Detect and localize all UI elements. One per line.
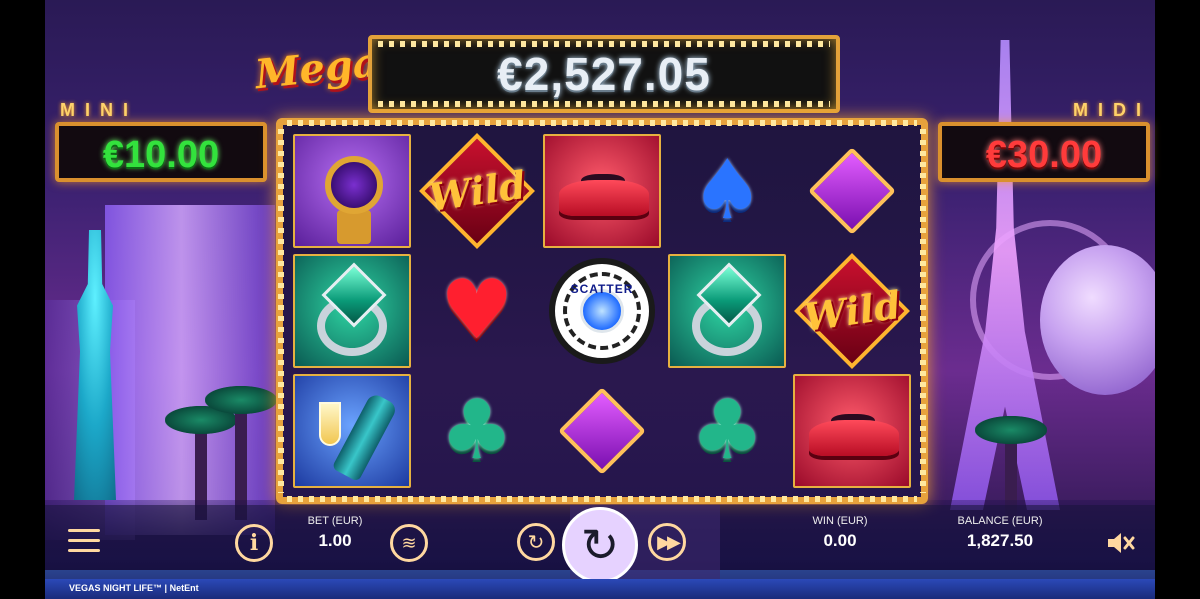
win-label: WIN (EUR) xyxy=(812,515,868,527)
fast-forward-icon[interactable]: ▶▶ xyxy=(648,523,686,561)
midi-jackpot-panel: €30.00 xyxy=(938,122,1150,182)
sports-car-symbol xyxy=(542,134,661,248)
bet-settings-coins-icon[interactable]: ≋ xyxy=(390,524,428,562)
provider-name: NetEnt xyxy=(169,583,199,593)
reel-cell: Wild xyxy=(416,133,537,249)
mega-jackpot-panel: €2,527.05 xyxy=(368,35,840,113)
car-body xyxy=(809,420,900,456)
footer-separator: | xyxy=(164,583,168,593)
bottom-control-bar: i BET (EUR) 1.00 ≋ ↻ ↻ ▶▶ WIN (EUR) 0.00… xyxy=(45,505,1155,583)
champagne-symbol xyxy=(292,374,411,488)
wild-text: Wild xyxy=(801,281,904,341)
reel-cell: ♠ xyxy=(667,133,788,249)
scatter-symbol: SCATTER xyxy=(548,258,655,364)
footer-game-credit: VEGAS NIGHT LIFE™ | NetEnt xyxy=(69,583,199,593)
reel-frame: Wild ♠ ♥ SCATTER Wild ♣ ♣ xyxy=(276,118,928,504)
reel-cell xyxy=(667,253,788,369)
game-title: VEGAS NIGHT LIFE™ xyxy=(69,583,163,593)
reel-cell xyxy=(792,133,913,249)
marquee-bulbs xyxy=(287,496,917,502)
club-icon: ♣ xyxy=(440,383,514,478)
info-icon[interactable]: i xyxy=(235,524,273,562)
club-icon: ♣ xyxy=(690,383,764,478)
marquee-bulbs xyxy=(920,129,926,493)
bet-value: 1.00 xyxy=(318,531,352,550)
sound-muted-icon[interactable] xyxy=(1102,525,1138,561)
mini-jackpot-label: MINI xyxy=(60,100,138,120)
scatter-text: SCATTER xyxy=(570,282,634,296)
mega-jackpot-value: €2,527.05 xyxy=(497,48,711,100)
spin-button[interactable]: ↻ xyxy=(562,507,638,583)
marquee-bulbs xyxy=(278,129,284,493)
champagne-glass xyxy=(318,402,341,446)
wild-symbol: Wild xyxy=(418,133,535,249)
bet-label: BET (EUR) xyxy=(307,515,363,527)
watch-symbol xyxy=(292,134,411,248)
reel-grid: Wild ♠ ♥ SCATTER Wild ♣ ♣ xyxy=(291,133,913,489)
heart-icon: ♥ xyxy=(440,263,514,358)
midi-jackpot-label: MIDI xyxy=(1073,100,1151,120)
reel-cell: SCATTER xyxy=(541,253,662,369)
reel-cell: Wild xyxy=(792,253,913,369)
menu-icon[interactable] xyxy=(68,527,100,555)
diamond-icon xyxy=(558,387,646,475)
reel-cell: ♥ xyxy=(416,253,537,369)
diamond-icon xyxy=(808,147,897,235)
emerald-ring-symbol xyxy=(292,254,411,368)
reel-cell xyxy=(541,373,662,489)
balance-value: 1,827.50 xyxy=(966,531,1034,550)
footer-bar: VEGAS NIGHT LIFE™ | NetEnt xyxy=(45,579,1155,599)
reel-cell: ♣ xyxy=(667,373,788,489)
sports-car-symbol xyxy=(793,374,912,488)
car-body xyxy=(558,180,649,216)
background-skyscraper xyxy=(105,205,275,535)
spade-icon: ♠ xyxy=(690,143,764,238)
reel-cell: ♣ xyxy=(416,373,537,489)
marquee-bulbs xyxy=(287,120,917,126)
watch-face xyxy=(324,156,383,214)
reel-cell xyxy=(541,133,662,249)
marquee-bulbs xyxy=(378,101,830,107)
watch-band xyxy=(336,210,371,244)
right-letterbox xyxy=(1155,0,1200,599)
wild-text: Wild xyxy=(425,161,529,221)
champagne-bottle xyxy=(331,391,399,483)
autoplay-icon[interactable]: ↻ xyxy=(517,523,555,561)
wild-symbol: Wild xyxy=(794,253,911,369)
win-value: 0.00 xyxy=(823,531,857,550)
mini-jackpot-value: €10.00 xyxy=(102,134,220,176)
left-letterbox xyxy=(0,0,45,599)
reel-cell xyxy=(291,133,412,249)
reel-cell xyxy=(291,253,412,369)
reel-cell xyxy=(792,373,913,489)
emerald-ring-symbol xyxy=(668,254,787,368)
reel-cell xyxy=(291,373,412,489)
balance-label: BALANCE (EUR) xyxy=(957,515,1043,527)
mini-jackpot-panel: €10.00 xyxy=(55,122,267,182)
midi-jackpot-value: €30.00 xyxy=(985,134,1103,176)
